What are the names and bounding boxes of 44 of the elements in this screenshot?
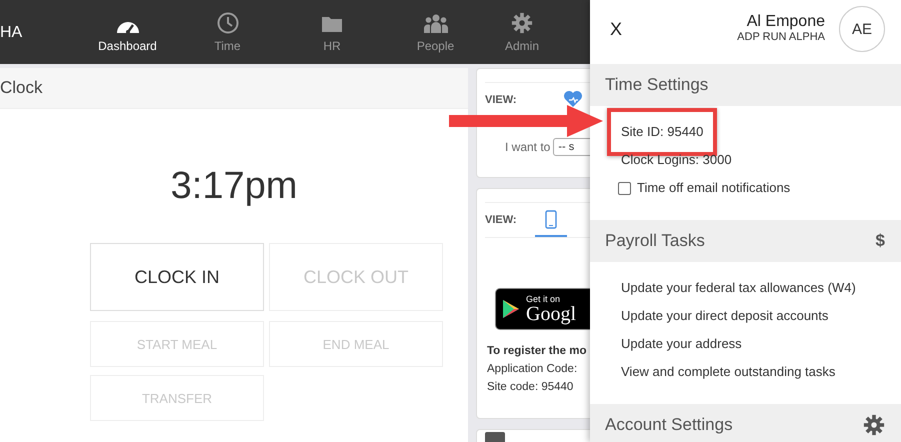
task-link[interactable]: View and complete outstanding tasks (621, 358, 836, 386)
nav-tab[interactable]: Time (175, 11, 280, 53)
section-title: Time Settings (605, 75, 708, 95)
panel-title: Clock (0, 78, 43, 98)
square-icon (485, 432, 505, 442)
gear-icon (511, 12, 533, 34)
phone-icon (545, 210, 557, 228)
setting-text: Clock Logins: 3000 (621, 151, 732, 169)
section-header[interactable]: Time Settings (590, 64, 901, 106)
clock-time: 3:17pm (170, 167, 298, 205)
code-text: Site code: 95440 (487, 380, 574, 395)
avatar[interactable]: AE (839, 6, 885, 52)
store-badge[interactable]: Get it on Googl (495, 288, 590, 330)
select-field[interactable]: -- s (553, 138, 590, 156)
nav-tab[interactable]: Dashboard (80, 11, 175, 53)
heart-icon (563, 89, 583, 109)
section-title: Payroll Tasks (605, 231, 705, 251)
brand-text: HA (0, 23, 24, 42)
nav-tab[interactable]: Admin (487, 11, 557, 53)
instruction-text: To register the mo (487, 344, 588, 359)
section-header[interactable]: Account Settings (590, 404, 901, 442)
company-name: ADP RUN ALPHA (737, 31, 825, 43)
clock-icon (216, 12, 238, 34)
section-title: Account Settings (605, 415, 733, 435)
play-icon (502, 299, 520, 319)
checkbox-option[interactable]: Time off email notifications (618, 174, 901, 202)
dollar-sign: $ (876, 231, 885, 251)
setting-text: Site ID: 95440 (621, 124, 704, 139)
gear-icon (863, 414, 885, 436)
folder-icon (321, 14, 343, 34)
people-icon (424, 14, 448, 34)
user-name: Al Empone (746, 13, 825, 31)
task-link[interactable]: Update your direct deposit accounts (621, 302, 828, 330)
code-text: Application Code: (487, 362, 578, 377)
view-label: VIEW: (485, 94, 518, 106)
task-link[interactable]: Update your address (621, 330, 742, 358)
section-header[interactable]: Payroll Tasks $ (590, 220, 901, 262)
punch-button[interactable]: CLOCK IN (90, 243, 264, 311)
prompt-text: I want to (505, 140, 550, 154)
close-button[interactable]: X (606, 18, 626, 40)
task-link[interactable]: Update your federal tax allowances (W4) (621, 274, 856, 302)
nav-tab[interactable]: People (384, 11, 487, 53)
view-label: VIEW: (485, 214, 518, 226)
nav-tab[interactable]: HR (280, 11, 384, 53)
